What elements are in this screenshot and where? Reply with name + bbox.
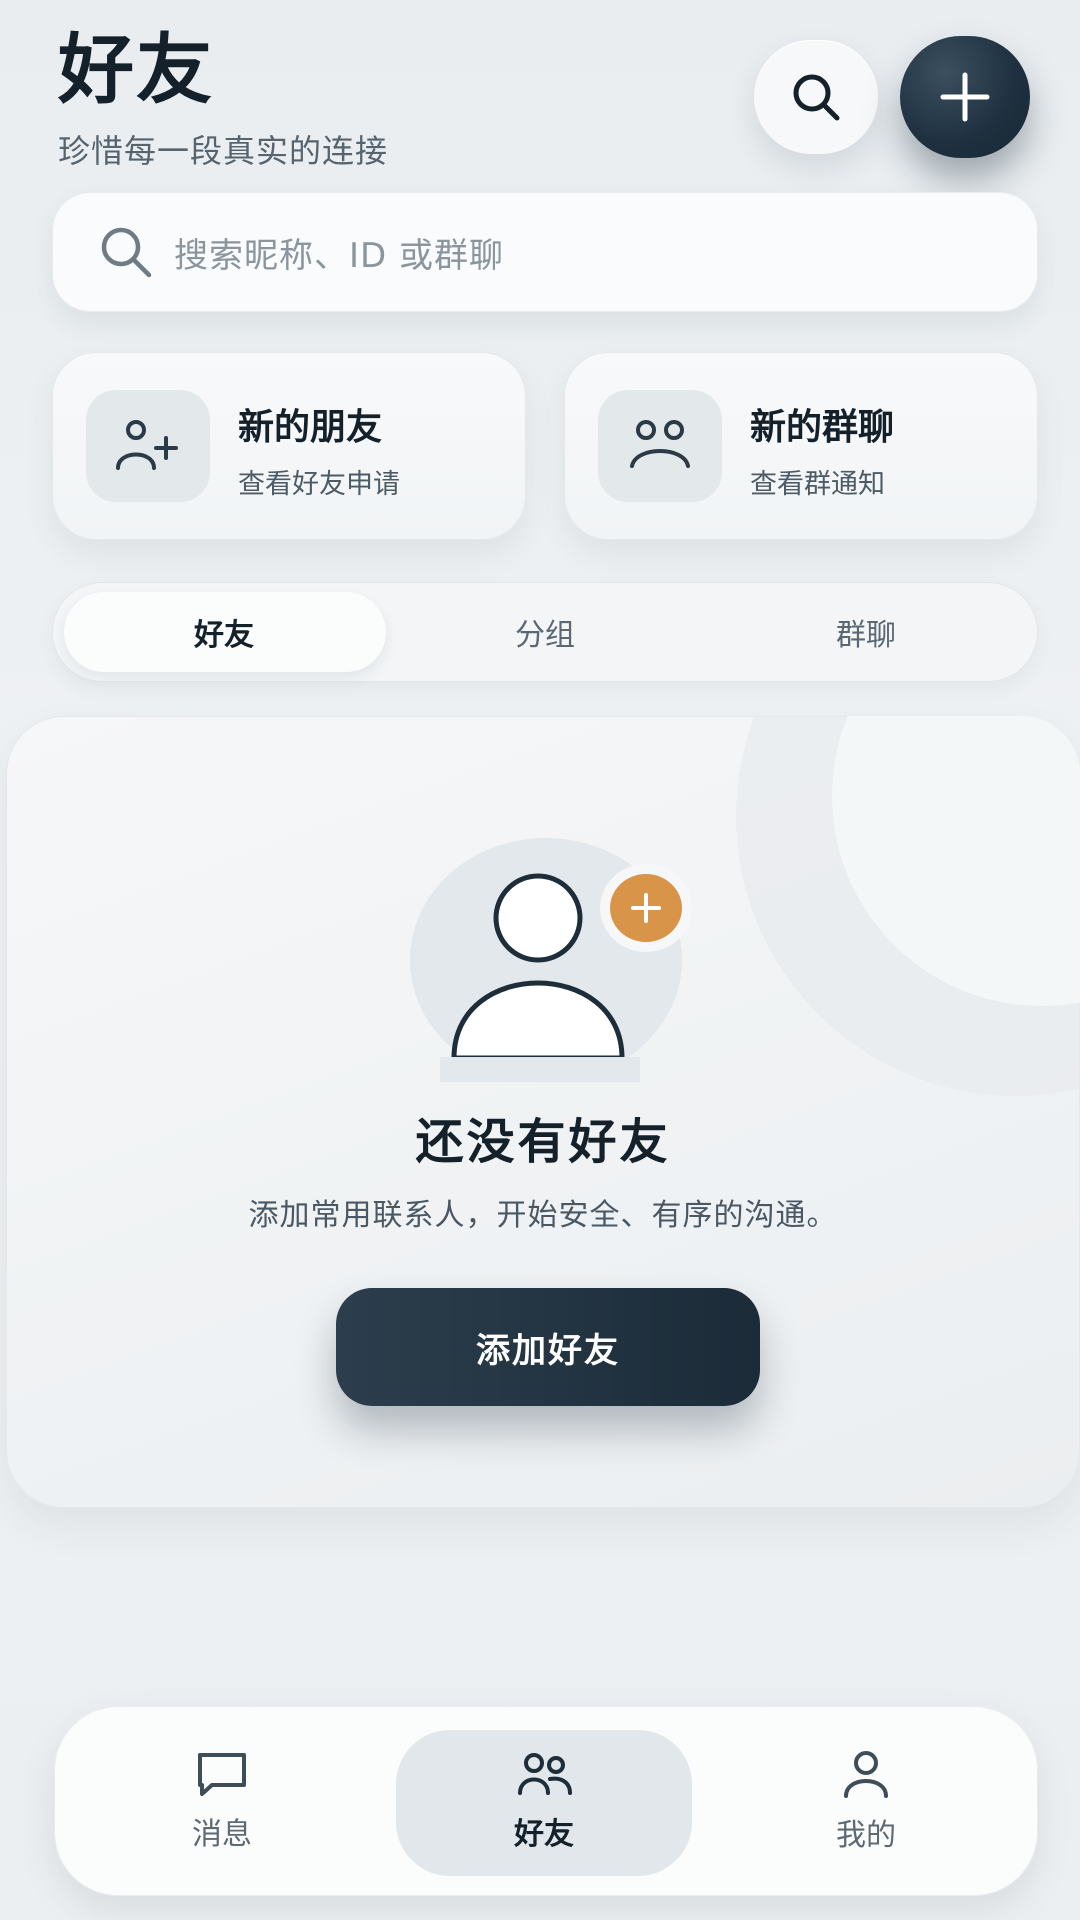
empty-state-description: 添加常用联系人，开始安全、有序的沟通。: [248, 1198, 838, 1233]
card-subtitle: 查看群通知: [750, 469, 885, 500]
group-icon: [598, 390, 722, 502]
add-badge: [600, 864, 692, 952]
plus-icon: [631, 893, 661, 923]
profile-icon: [844, 1751, 888, 1798]
tab-group-chats[interactable]: 群聊: [706, 582, 1026, 682]
nav-label: 好友: [514, 1817, 574, 1852]
friends-icon: [518, 1753, 572, 1795]
new-friends-card[interactable]: 新的朋友 查看好友申请: [52, 352, 526, 540]
plus-icon: [940, 72, 990, 122]
add-person-icon: [86, 390, 210, 502]
tab-groups[interactable]: 分组: [385, 582, 705, 682]
search-icon: [793, 74, 840, 121]
segmented-tabs: 好友 分组 群聊: [52, 582, 1038, 682]
nav-item-friends[interactable]: 好友: [394, 1706, 694, 1896]
search-input[interactable]: 搜索昵称、ID 或群聊: [174, 228, 504, 277]
card-title: 新的朋友: [238, 407, 383, 448]
new-groups-card[interactable]: 新的群聊 查看群通知: [564, 352, 1038, 540]
header-add-button[interactable]: [900, 36, 1030, 158]
page-title: 好友: [58, 25, 214, 114]
nav-label: 我的: [836, 1818, 896, 1853]
card-subtitle: 查看好友申请: [238, 469, 400, 500]
nav-item-profile[interactable]: 我的: [716, 1706, 1016, 1896]
add-friend-button[interactable]: 添加好友: [336, 1288, 760, 1406]
chat-icon: [198, 1753, 246, 1796]
header-search-button[interactable]: [754, 40, 878, 154]
empty-state-panel: 还没有好友 添加常用联系人，开始安全、有序的沟通。 添加好友: [6, 716, 1080, 1508]
search-bar[interactable]: 搜索昵称、ID 或群聊: [52, 192, 1038, 312]
empty-state-title: 还没有好友: [415, 1114, 671, 1170]
search-icon: [96, 222, 156, 282]
card-title: 新的群聊: [750, 407, 895, 448]
nav-item-messages[interactable]: 消息: [72, 1706, 372, 1896]
bottom-navigation: 消息 好友 我的: [54, 1706, 1038, 1896]
nav-label: 消息: [192, 1817, 252, 1852]
tab-friends[interactable]: 好友: [64, 582, 384, 682]
page-subtitle: 珍惜每一段真实的连接: [58, 132, 389, 170]
